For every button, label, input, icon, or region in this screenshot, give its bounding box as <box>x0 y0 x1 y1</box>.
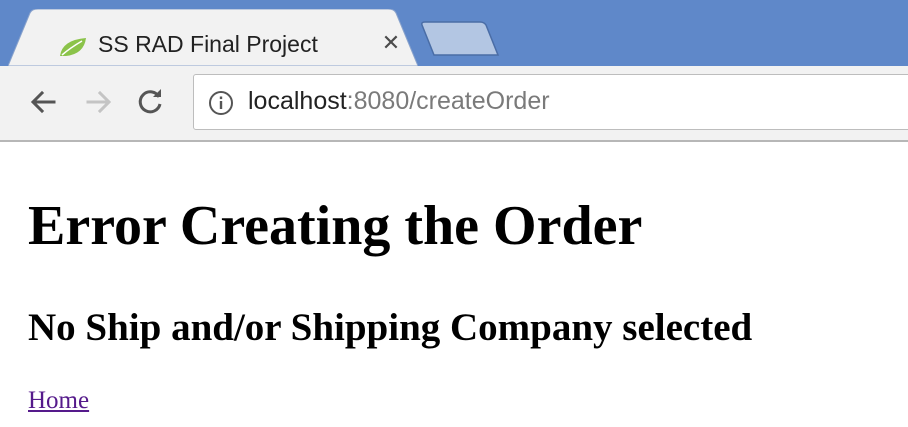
new-tab-button[interactable] <box>418 21 504 57</box>
browser-toolbar: localhost:8080/createOrder <box>0 66 908 142</box>
forward-arrow-icon[interactable] <box>80 84 116 120</box>
page-content: Error Creating the Order No Ship and/or … <box>0 142 908 427</box>
home-link[interactable]: Home <box>28 386 89 416</box>
address-bar[interactable]: localhost:8080/createOrder <box>193 74 908 130</box>
url-text[interactable]: localhost:8080/createOrder <box>248 87 550 116</box>
browser-chrome: SS RAD Final Project ✕ localhost:8080/cr… <box>0 0 908 142</box>
url-host: localhost <box>248 87 347 115</box>
tab-title: SS RAD Final Project <box>98 31 318 57</box>
page-title: Error Creating the Order <box>28 195 643 257</box>
back-arrow-icon[interactable] <box>26 84 62 120</box>
info-icon[interactable] <box>208 90 234 116</box>
spring-leaf-icon <box>58 36 88 58</box>
tab-active[interactable]: SS RAD Final Project ✕ <box>8 9 418 66</box>
error-message: No Ship and/or Shipping Company selected <box>28 306 753 349</box>
reload-icon[interactable] <box>132 84 168 120</box>
close-icon[interactable]: ✕ <box>378 31 404 57</box>
tab-strip: SS RAD Final Project ✕ <box>0 0 908 66</box>
url-path: :8080/createOrder <box>346 87 550 115</box>
